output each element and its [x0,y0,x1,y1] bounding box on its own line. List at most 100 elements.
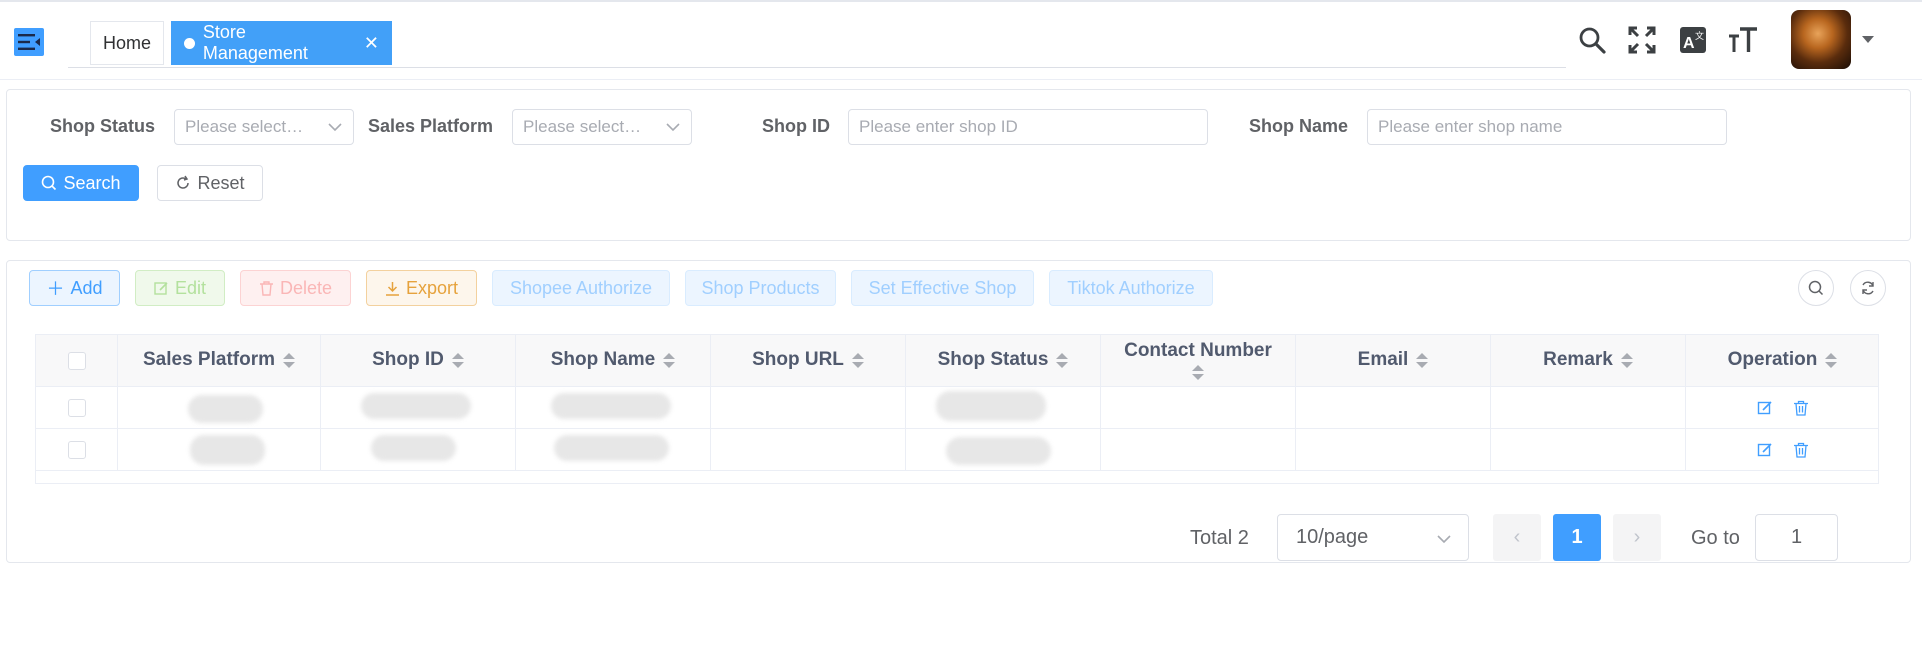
column-label: Email [1357,349,1409,371]
shopee-authorize-button[interactable]: Shopee Authorize [492,270,670,306]
next-page-button[interactable]: › [1613,514,1661,561]
page-number-button[interactable]: 1 [1553,514,1601,561]
redacted-value [190,435,265,465]
toggle-search-button[interactable] [1798,270,1834,306]
header-shop-status[interactable]: Shop Status [906,335,1101,386]
add-button[interactable]: ＋ Add [29,270,120,306]
sort-icon[interactable] [1825,353,1838,368]
shop-status-select[interactable]: Please select… [174,109,354,145]
column-label: Contact Number [1124,339,1272,361]
table-row[interactable] [36,429,1878,471]
header-email[interactable]: Email [1296,335,1491,386]
redacted-value [188,395,263,423]
chevron-down-icon [666,123,680,132]
header-shop-name[interactable]: Shop Name [516,335,711,386]
cell-shop-name [516,429,711,470]
tab-store-management[interactable]: Store Management ✕ [171,21,392,65]
avatar[interactable] [1791,10,1851,69]
svg-text:A: A [1683,35,1695,52]
column-label: Remark [1543,349,1613,371]
close-icon[interactable]: ✕ [364,34,379,52]
shopee-authorize-label: Shopee Authorize [509,277,653,298]
trash-icon[interactable] [1793,400,1809,416]
font-size-icon[interactable] [1727,24,1759,56]
tab-home[interactable]: Home [90,21,164,65]
fullscreen-icon[interactable] [1626,24,1658,56]
header-contact-number[interactable]: Contact Number [1101,335,1296,386]
header-operation[interactable]: Operation [1686,335,1879,386]
header-sales-platform[interactable]: Sales Platform [118,335,321,386]
svg-text:文: 文 [1695,30,1704,41]
search-icon [1808,280,1824,296]
tab-store-management-label: Store Management [202,22,308,63]
edit-icon [154,281,168,295]
row-checkbox-cell [36,429,118,470]
column-label: Shop Name [550,349,656,371]
column-label: Operation [1727,349,1818,371]
tab-home-label: Home [103,32,152,53]
search-button[interactable]: Search [23,165,139,201]
sort-icon[interactable] [1056,353,1069,368]
sales-platform-label: Sales Platform [368,116,494,136]
row-checkbox[interactable] [67,398,86,417]
search-form-panel: Shop Status Please select… Sales Platfor… [6,89,1911,241]
header-shop-url[interactable]: Shop URL [711,335,906,386]
edit-button[interactable]: Edit [135,270,225,306]
reset-button[interactable]: Reset [157,165,263,201]
page-size-select[interactable]: 10/page [1277,514,1469,561]
cell-sales-platform [118,387,321,428]
prev-page-button[interactable]: ‹ [1493,514,1541,561]
edit-button-label: Edit [174,277,207,298]
tags-view-bar: Home Store Management ✕ [68,21,1566,68]
page-size-value: 10/page [1296,526,1369,548]
tiktok-authorize-button[interactable]: Tiktok Authorize [1049,270,1213,306]
redacted-value [554,435,669,461]
edit-icon[interactable] [1757,400,1773,416]
export-button[interactable]: Export [366,270,477,306]
shop-id-input[interactable] [848,109,1208,145]
sales-platform-select[interactable]: Please select… [512,109,692,145]
cell-remark [1491,429,1686,470]
shop-table: Sales Platform Shop ID Shop Name Shop UR… [35,334,1879,484]
cell-shop-id [321,429,516,470]
edit-icon[interactable] [1757,442,1773,458]
redacted-value [371,435,456,461]
delete-button-label: Delete [279,277,333,298]
redacted-value [551,393,671,419]
set-effective-shop-button[interactable]: Set Effective Shop [851,270,1034,306]
sort-icon[interactable] [451,353,464,368]
translate-icon[interactable]: A文 [1677,24,1709,56]
column-label: Shop URL [752,349,844,371]
sort-icon[interactable] [1192,365,1204,381]
refresh-table-button[interactable] [1850,270,1886,306]
row-checkbox[interactable] [67,440,86,459]
table-row[interactable] [36,387,1878,429]
sort-icon[interactable] [283,353,295,368]
redacted-value [361,393,471,419]
cell-sales-platform [118,429,321,470]
menu-fold-icon[interactable] [14,28,44,56]
reset-button-label: Reset [197,172,245,193]
sort-icon[interactable] [663,353,676,368]
column-label: Shop ID [372,349,444,371]
refresh-icon [177,175,190,189]
cell-email [1296,429,1491,470]
tiktok-authorize-label: Tiktok Authorize [1067,277,1195,298]
sort-icon[interactable] [851,353,864,368]
shop-name-input[interactable] [1367,109,1727,145]
header-checkbox-cell [36,335,118,386]
header-remark[interactable]: Remark [1491,335,1686,386]
chevron-left-icon: ‹ [1513,526,1521,548]
chevron-down-icon [328,123,342,132]
shop-products-button[interactable]: Shop Products [685,270,836,306]
shop-id-label: Shop ID [762,116,830,136]
chevron-down-icon[interactable] [1862,36,1874,43]
search-icon[interactable] [1576,24,1608,56]
sort-icon[interactable] [1620,353,1633,368]
goto-page-input[interactable] [1755,514,1838,561]
delete-button[interactable]: Delete [240,270,351,306]
trash-icon[interactable] [1793,442,1809,458]
sort-icon[interactable] [1416,353,1429,368]
header-shop-id[interactable]: Shop ID [321,335,516,386]
select-all-checkbox[interactable] [67,351,86,370]
